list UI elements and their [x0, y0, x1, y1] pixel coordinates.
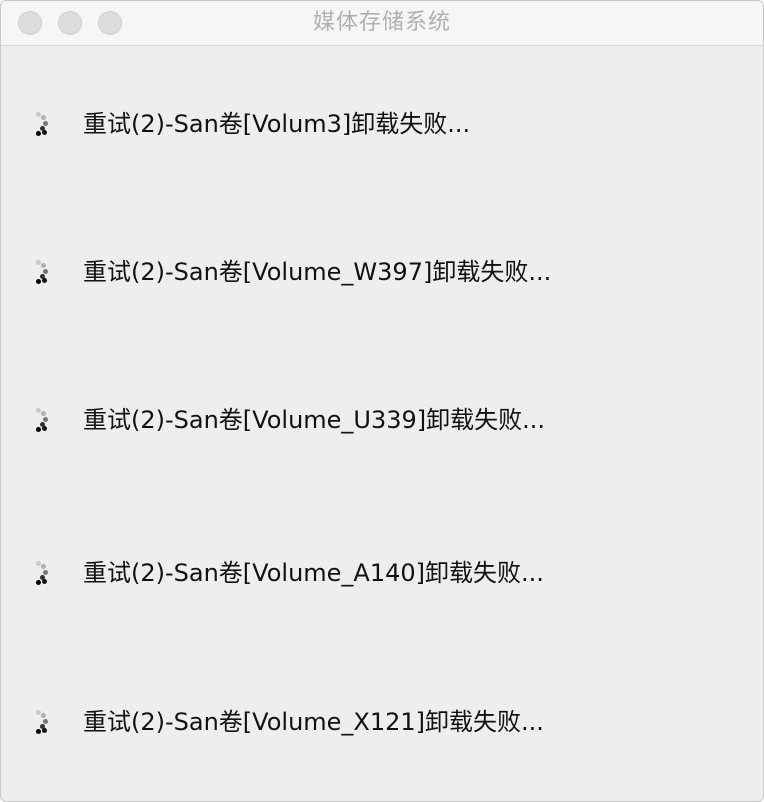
- task-label: 重试(2)-San卷[Volume_U339]卸载失败...: [83, 406, 546, 434]
- loading-spinner-icon: [31, 259, 51, 285]
- task-label: 重试(2)-San卷[Volume_W397]卸载失败...: [83, 258, 552, 286]
- loading-spinner-icon: [31, 407, 51, 433]
- task-label: 重试(2)-San卷[Volume_X121]卸载失败...: [83, 708, 544, 736]
- loading-spinner-icon: [31, 111, 51, 137]
- task-row: 重试(2)-San卷[Volume_U339]卸载失败...: [31, 400, 545, 440]
- loading-spinner-icon: [31, 560, 51, 586]
- task-label: 重试(2)-San卷[Volum3]卸载失败...: [83, 110, 471, 138]
- loading-spinner-icon: [31, 709, 51, 735]
- task-row: 重试(2)-San卷[Volume_X121]卸载失败...: [31, 702, 544, 742]
- task-list: 重试(2)-San卷[Volum3]卸载失败... 重试(2)-San卷[Vol…: [1, 46, 763, 801]
- window-title: 媒体存储系统: [312, 10, 451, 35]
- task-label: 重试(2)-San卷[Volume_A140]卸载失败...: [83, 559, 544, 587]
- task-row: 重试(2)-San卷[Volume_W397]卸载失败...: [31, 252, 551, 292]
- app-window: 媒体存储系统 重试(2)-San卷[Volum3]卸载失败... 重试(2)-S…: [0, 0, 764, 802]
- task-row: 重试(2)-San卷[Volum3]卸载失败...: [31, 104, 470, 144]
- task-row: 重试(2)-San卷[Volume_A140]卸载失败...: [31, 553, 544, 593]
- title-bar: 媒体存储系统: [1, 1, 763, 46]
